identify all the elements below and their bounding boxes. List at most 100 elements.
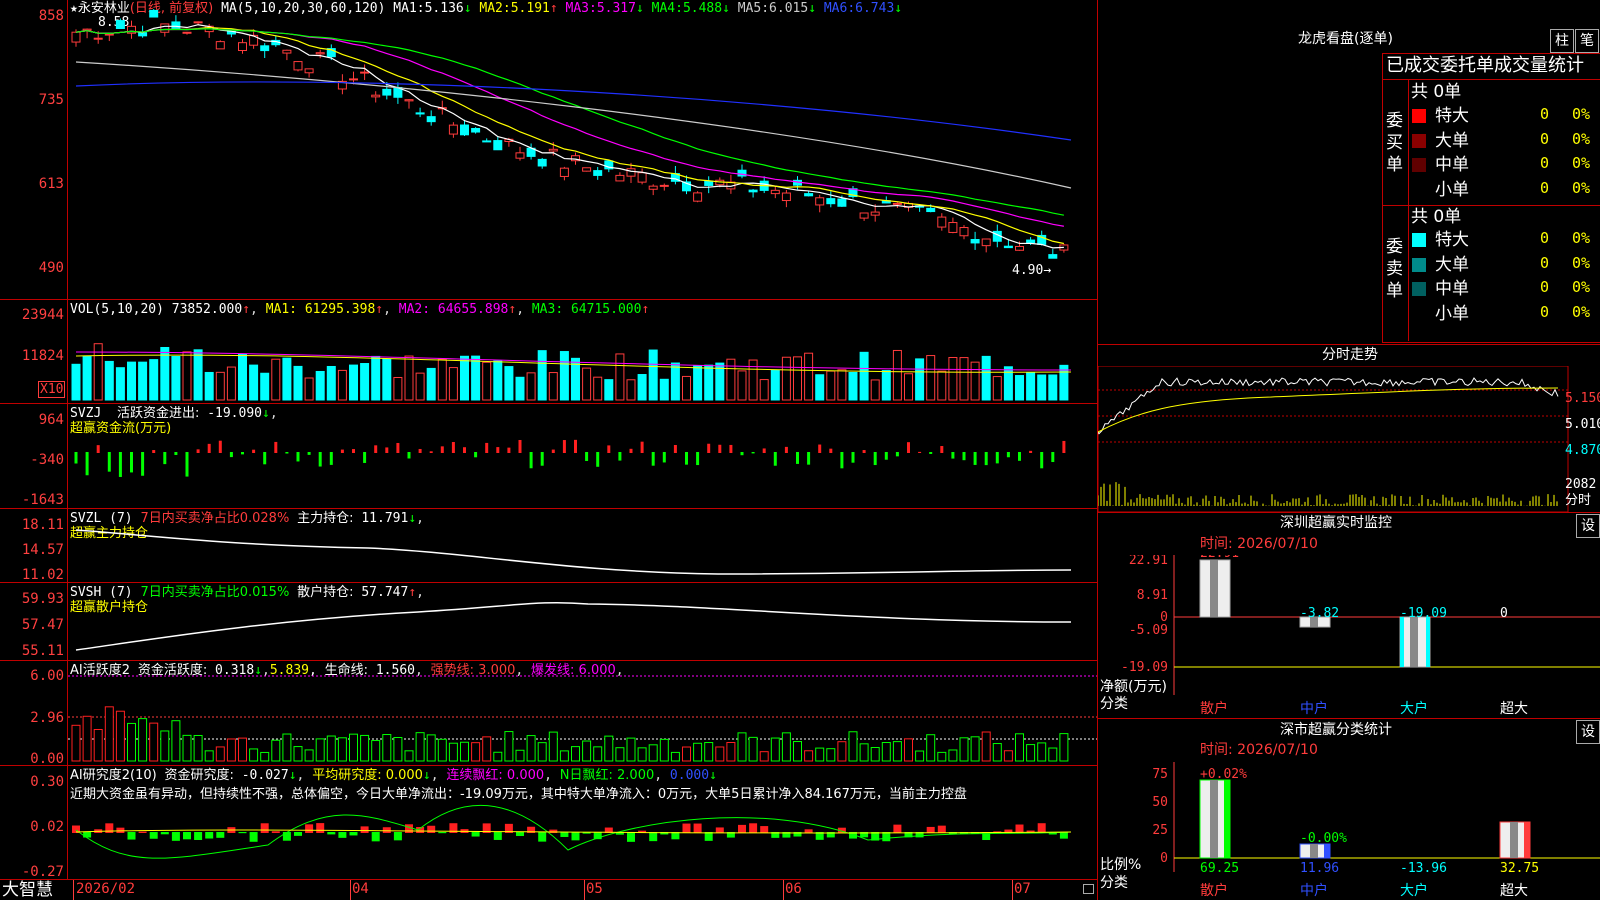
research-bar [349,832,358,836]
activity-bar [1015,733,1024,762]
classify-title: 深市超赢分类统计 [1280,722,1392,738]
volume-bar [1015,375,1024,401]
intraday-y-label: 5.010 [1565,417,1600,432]
volume-bar [759,379,769,401]
fund-flow-bar [718,444,722,453]
classify-category: 大户 [1400,882,1428,899]
volume-bar [482,361,492,401]
candle-body [926,207,936,213]
fund-flow-bar [518,439,522,453]
research-bar [194,832,203,841]
sell-order-label: 委卖单 [1386,237,1403,301]
candle-body [493,140,503,151]
classify-value: 69.25 [1200,861,1239,876]
ai2-axis-label: 0.30 [30,774,64,790]
activity-bar [582,740,592,762]
order-color-swatch [1412,133,1426,148]
volume-bar [659,378,669,401]
volume-bar [1037,374,1047,401]
activity-bar [349,733,358,762]
classify-bar-shade [1310,844,1318,858]
monitor-settings-button[interactable]: 设 [1576,514,1600,538]
activity-bar [548,731,558,762]
fund-flow-bar [707,443,711,453]
monitor-chart: 22.918.910-5.09-19.0922.91-3.82-19.090散户… [1121,555,1600,715]
activity-bar [737,732,747,762]
intraday-y-label: 5.150 [1565,391,1600,406]
research-bar [1015,824,1024,833]
research-bar [471,832,480,837]
activity-bar [981,731,991,762]
fund-flow-bar [1051,452,1055,463]
intraday-unit: 分时 [1565,493,1592,508]
main-holding-line [75,529,1072,575]
monitor-y-label: -19.09 [1121,660,1168,675]
lock-icon[interactable] [1083,884,1094,894]
x-axis-label: 05 [586,881,603,897]
main-chart-canvas[interactable] [68,0,1097,879]
research-bar [327,832,336,835]
order-type-label: 特大 [1435,230,1469,250]
activity-bar [504,731,514,762]
classify-y-label: 0 [1160,851,1168,866]
volume-bar [593,376,603,401]
order-type-label: 小单 [1435,303,1469,324]
fund-flow-bar [118,452,122,477]
ai2-axis-label: 0.02 [30,819,64,835]
x-tick [350,880,351,900]
x-axis-label: 07 [1014,881,1031,897]
tick-mode-button[interactable]: 笔 [1575,29,1599,53]
activity-bar [215,746,225,762]
monitor-value: 22.91 [1200,555,1239,561]
research-bar [738,824,746,833]
activity-bar [748,736,758,762]
volume-bar [404,355,414,401]
classify-settings-button[interactable]: 设 [1576,720,1600,744]
volume-bar [804,352,814,401]
ma-line [75,81,1072,141]
volume-bar [670,362,680,401]
volume-bar [737,370,747,401]
intraday-chart[interactable] [1098,366,1600,512]
order-percent: 0% [1572,253,1591,272]
fund-flow-bar [385,447,389,453]
volume-bar [582,367,592,401]
bar-mode-button[interactable]: 柱 [1550,29,1574,53]
volume-bar [193,349,203,401]
activity-bar [670,751,680,762]
fund-flow-bar [296,452,300,462]
candle-body [460,124,469,136]
intraday-frame [1098,366,1569,512]
fund-flow-bar [929,452,933,454]
volume-bar [881,370,891,401]
buy-total: 共 0单 [1411,82,1462,102]
volume-bar [260,372,270,401]
fund-flow-bar [263,452,267,465]
order-type-label: 大单 [1435,254,1469,275]
ai1-axis-label: 2.96 [30,710,64,726]
fund-flow-bar [196,449,200,453]
order-color-swatch [1412,257,1426,272]
classify-category: 超大 [1500,883,1528,899]
fund-flow-bar [574,439,577,453]
fund-flow-bar [163,452,167,465]
activity-bar [460,741,469,762]
fund-flow-bar [285,452,289,454]
research-bar [937,825,946,833]
activity-bar [149,722,159,762]
fund-flow-bar [696,452,700,466]
activity-bar [781,732,791,762]
volume-bar [515,376,525,401]
candle-body [160,23,170,33]
candle-body [637,172,647,183]
activity-bar [659,738,669,762]
fund-flow-bar [130,452,133,473]
activity-bar [759,751,769,762]
activity-bar [826,748,836,762]
candle-body [826,198,836,205]
x-tick [1012,880,1013,900]
fund-flow-bar [862,450,866,453]
candle-body [471,128,481,133]
candle-body [582,167,592,172]
activity-bar [859,743,869,762]
